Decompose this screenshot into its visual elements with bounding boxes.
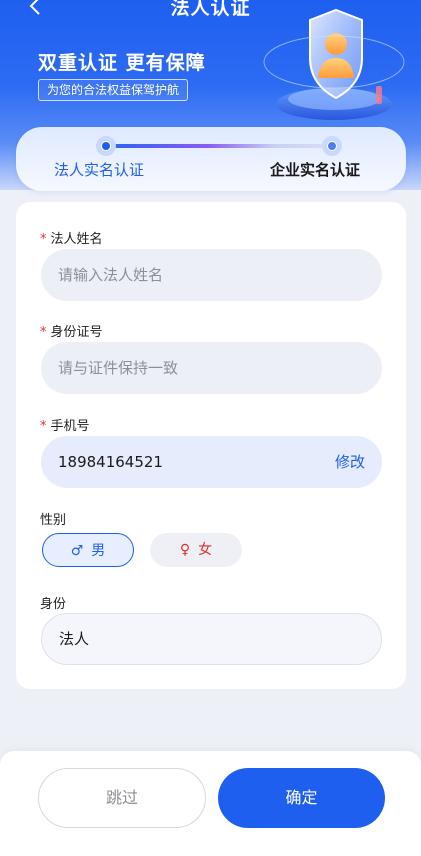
bottom-action-bar: 跳过 确定 (0, 751, 421, 856)
step-progress-track (106, 144, 332, 148)
required-mark: * (40, 232, 47, 247)
id-number-label: * 身份证号 (40, 325, 103, 340)
male-icon: ♂ (70, 543, 84, 559)
banner-tag: 为您的合法权益保驾护航 (38, 79, 189, 101)
shield-user-icon (263, 8, 405, 120)
step-dot-next (322, 136, 342, 156)
name-input[interactable]: 请输入法人姓名 (41, 249, 382, 301)
name-label: * 法人姓名 (40, 232, 103, 247)
required-mark: * (40, 325, 47, 340)
phone-label: * 手机号 (40, 419, 90, 434)
step-dot-active (96, 136, 116, 156)
id-number-input[interactable]: 请与证件保持一致 (41, 342, 382, 394)
identity-field[interactable]: 法人 (41, 613, 382, 665)
female-icon: ♀ (179, 542, 191, 558)
phone-value: 18984164521 (58, 453, 163, 471)
phone-input[interactable]: 18984164521 修改 (41, 436, 382, 488)
gender-male-option[interactable]: ♂ 男 (42, 533, 134, 567)
auth-form-card: * 法人姓名 请输入法人姓名 * 身份证号 请与证件保持一致 * 手机号 189841… (16, 202, 406, 689)
skip-button[interactable]: 跳过 (38, 768, 206, 828)
step-label-enterprise[interactable]: 企业实名认证 (270, 159, 360, 180)
step-indicator: 法人实名认证 企业实名认证 (16, 127, 406, 191)
gender-female-option[interactable]: ♀ 女 (150, 533, 242, 567)
confirm-button[interactable]: 确定 (218, 768, 385, 828)
banner-slogan: 双重认证 更有保障 (38, 52, 206, 74)
gender-label: 性别 (40, 513, 67, 528)
edit-phone-link[interactable]: 修改 (335, 436, 365, 488)
identity-label: 身份 (40, 597, 67, 612)
identity-value: 法人 (59, 630, 90, 648)
required-mark: * (40, 419, 47, 434)
step-label-legal-person[interactable]: 法人实名认证 (54, 159, 144, 180)
